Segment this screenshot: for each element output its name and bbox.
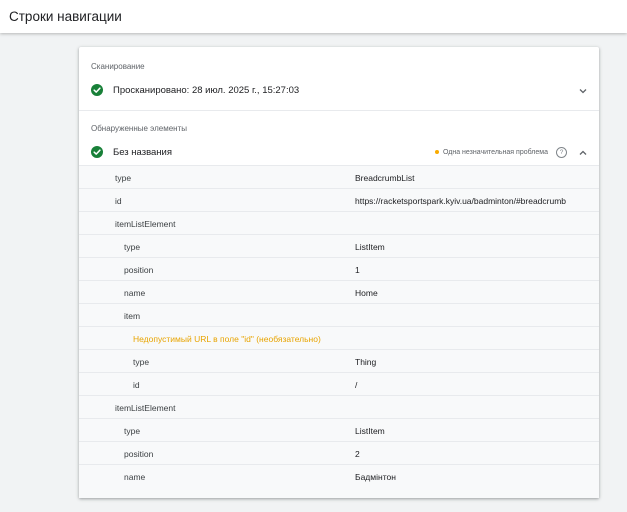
section-divider <box>79 110 599 111</box>
table-row: id https://racketsportspark.kyiv.ua/badm… <box>79 188 599 212</box>
scan-status-row[interactable]: Просканировано: 28 июл. 2025 г., 15:27:0… <box>91 80 589 100</box>
property-key: item <box>124 311 141 321</box>
property-key: type <box>115 173 132 183</box>
property-key: type <box>124 426 141 436</box>
property-value: 1 <box>355 265 360 275</box>
property-key: id <box>115 196 122 206</box>
table-row: name Home <box>79 280 599 304</box>
table-row: name Бадмінтон <box>79 464 599 488</box>
warning-message: Недопустимый URL в поле "id" (необязател… <box>133 334 321 344</box>
warning-dot-icon <box>434 150 439 154</box>
table-row: type ListItem <box>79 234 599 258</box>
property-value: Home <box>355 288 378 298</box>
issue-badge: Одна незначительная проблема <box>434 148 548 156</box>
table-row: position 2 <box>79 441 599 465</box>
check-circle-icon <box>91 146 103 158</box>
help-icon[interactable]: ? <box>556 146 567 158</box>
property-value: ListItem <box>355 242 385 252</box>
property-value: 2 <box>355 449 360 459</box>
property-value: BreadcrumbList <box>355 173 415 183</box>
property-key: name <box>124 288 146 298</box>
scan-status-text: Просканировано: 28 июл. 2025 г., 15:27:0… <box>113 84 300 96</box>
property-key: id <box>133 380 140 390</box>
property-key: position <box>124 449 154 459</box>
page-title: Строки навигации <box>9 9 122 24</box>
chevron-down-icon[interactable] <box>577 84 589 96</box>
property-value: https://racketsportspark.kyiv.ua/badmint… <box>355 196 567 206</box>
top-bar: Строки навигации <box>0 0 627 33</box>
check-circle-icon <box>91 84 103 96</box>
property-key: itemListElement <box>115 403 176 413</box>
warning-row: Недопустимый URL в поле "id" (необязател… <box>79 326 599 350</box>
chevron-up-icon[interactable] <box>577 146 589 158</box>
property-key: name <box>124 472 146 482</box>
scan-section-label: Сканирование <box>91 62 145 71</box>
table-row: type Thing <box>79 349 599 373</box>
table-row: type BreadcrumbList <box>79 165 599 189</box>
property-key: position <box>124 265 154 275</box>
table-row: item <box>79 303 599 327</box>
property-value: ListItem <box>355 426 385 436</box>
detected-item-title: Без названия <box>113 146 173 158</box>
property-key: type <box>124 242 141 252</box>
table-row: itemListElement <box>79 211 599 235</box>
detected-section-label: Обнаруженные элементы <box>91 124 187 133</box>
property-key: type <box>133 357 150 367</box>
details-card: Сканирование Просканировано: 28 июл. 202… <box>79 47 599 498</box>
table-row: type ListItem <box>79 418 599 442</box>
detected-item-row[interactable]: Без названия Одна незначительная проблем… <box>91 142 589 162</box>
property-value: Thing <box>355 357 377 367</box>
properties-table: type BreadcrumbList id https://racketspo… <box>79 165 599 498</box>
table-row: id / <box>79 372 599 396</box>
property-value: / <box>355 380 358 390</box>
table-row: position 1 <box>79 257 599 281</box>
table-row: itemListElement <box>79 395 599 419</box>
issue-label: Одна незначительная проблема <box>442 148 548 156</box>
property-value: Бадмінтон <box>355 472 396 482</box>
property-key: itemListElement <box>115 219 176 229</box>
